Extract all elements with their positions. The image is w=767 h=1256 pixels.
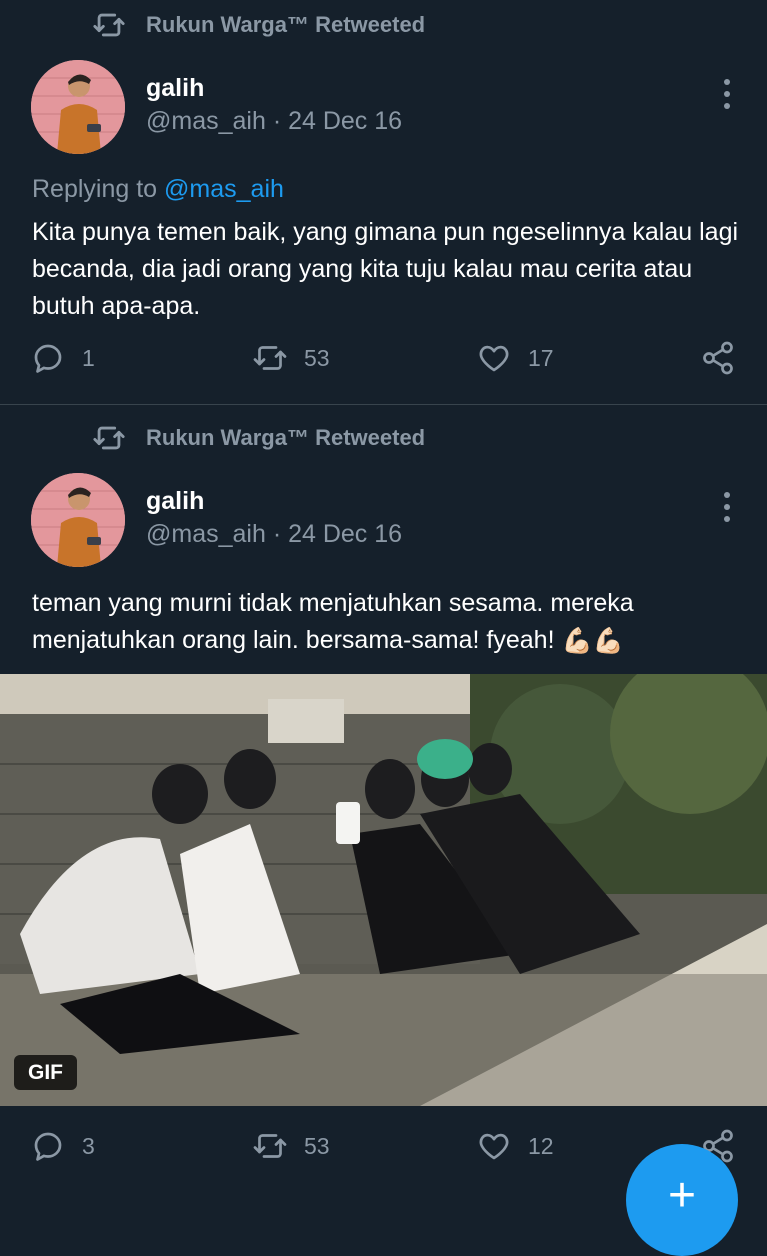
author-handle-date[interactable]: @mas_aih · 24 Dec 16	[146, 107, 402, 136]
replying-to: Replying to @mas_aih	[32, 175, 284, 204]
more-icon[interactable]	[714, 492, 740, 522]
replying-handle-link[interactable]: @mas_aih	[164, 175, 284, 203]
retweet-label: Rukun Warga™ Retweeted	[146, 12, 426, 37]
flexed-biceps-emoji: 💪🏻💪🏻	[561, 626, 624, 655]
reply-count: 1	[82, 344, 95, 371]
like-icon	[479, 1133, 509, 1160]
retweet-context: Rukun Warga™ Retweeted	[92, 8, 425, 42]
avatar[interactable]	[31, 473, 125, 567]
reply-button[interactable]: 1	[30, 340, 95, 376]
replying-prefix: Replying to	[32, 175, 158, 203]
gif-scene-image	[0, 674, 767, 1106]
more-icon[interactable]	[714, 79, 740, 109]
tweet-text: Kita punya temen baik, yang gimana pun n…	[32, 218, 739, 320]
reply-icon	[34, 344, 62, 373]
author-name[interactable]: galih	[146, 487, 204, 516]
retweet-icon	[253, 1134, 287, 1158]
compose-plus-icon: +	[667, 1169, 697, 1222]
share-button[interactable]	[700, 340, 736, 376]
retweet-count: 53	[304, 1132, 330, 1159]
retweet-context: Rukun Warga™ Retweeted	[92, 421, 425, 455]
retweet-button[interactable]: 53	[252, 340, 330, 376]
gif-badge: GIF	[14, 1055, 77, 1090]
tweet-1[interactable]: Rukun Warga™ Retweeted galih @mas_aih · …	[0, 0, 767, 405]
retweet-count: 53	[304, 344, 330, 371]
tweet-text-block: teman yang murni tidak menjatuhkan sesam…	[32, 585, 742, 660]
author-handle-date[interactable]: @mas_aih · 24 Dec 16	[146, 520, 402, 549]
share-icon	[703, 341, 733, 375]
reply-count: 3	[82, 1132, 95, 1159]
like-button[interactable]: 17	[476, 340, 554, 376]
avatar[interactable]	[31, 60, 125, 154]
compose-tweet-button[interactable]: +	[626, 1144, 738, 1256]
retweet-icon	[253, 346, 287, 370]
retweet-button[interactable]: 53	[252, 1128, 330, 1164]
retweet-icon	[93, 426, 125, 450]
retweet-icon	[93, 13, 125, 37]
like-count: 17	[528, 344, 554, 371]
tweet-2[interactable]: Rukun Warga™ Retweeted galih @mas_aih · …	[0, 405, 767, 1200]
like-count: 12	[528, 1132, 554, 1159]
like-icon	[479, 345, 509, 372]
tweet-text: teman yang murni tidak menjatuhkan sesam…	[32, 589, 634, 654]
retweet-label: Rukun Warga™ Retweeted	[146, 425, 426, 450]
like-button[interactable]: 12	[476, 1128, 554, 1164]
reply-button[interactable]: 3	[30, 1128, 95, 1164]
avatar-image	[31, 473, 125, 567]
reply-icon	[34, 1132, 62, 1161]
avatar-image	[31, 60, 125, 154]
gif-media[interactable]: GIF	[0, 674, 767, 1106]
author-name[interactable]: galih	[146, 74, 204, 103]
action-bar: 1 53 17	[0, 340, 767, 380]
